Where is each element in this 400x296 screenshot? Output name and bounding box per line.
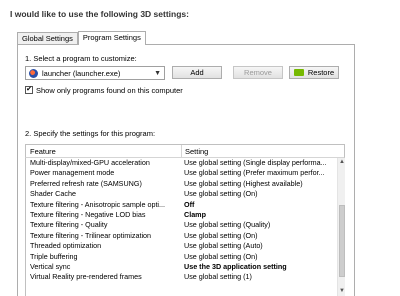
table-row[interactable]: Texture filtering - Anisotropic sample o…	[25, 200, 337, 210]
table-row[interactable]: Virtual Reality pre-rendered frames Use g…	[25, 272, 337, 282]
settings-list-header: Feature Setting	[25, 144, 345, 158]
feature-cell: Multi-display/mixed-GPU acceleration	[30, 158, 150, 167]
column-header-feature[interactable]: Feature	[30, 147, 56, 156]
table-row[interactable]: Power management mode Use global setting …	[25, 168, 337, 178]
table-row[interactable]: Texture filtering - Negative LOD bias Cla…	[25, 210, 337, 220]
setting-cell[interactable]: Use global setting (Prefer maximum perfo…	[184, 168, 334, 178]
setting-cell[interactable]: Use the 3D application setting	[184, 262, 334, 272]
step2-label: 2. Specify the settings for this program…	[25, 129, 156, 138]
feature-cell: Texture filtering - Quality	[30, 220, 108, 230]
setting-cell[interactable]: Clamp	[184, 210, 334, 220]
table-row[interactable]: Multi-display/mixed-GPU acceleration Use …	[25, 158, 337, 168]
table-row[interactable]: Texture filtering - Quality Use global se…	[25, 220, 337, 230]
tab-strip: Global Settings Program Settings	[17, 31, 146, 45]
show-only-checkbox[interactable]: ✔	[25, 86, 33, 94]
settings-scrollbar[interactable]: ▲ ▼	[337, 158, 345, 296]
game-launcher-icon	[29, 69, 38, 78]
setting-cell[interactable]: Use global setting (1)	[184, 272, 334, 282]
setting-cell[interactable]: Use global setting (On)	[184, 189, 334, 199]
restore-button[interactable]: Restore	[289, 66, 339, 79]
feature-cell: Power management mode	[30, 168, 115, 178]
add-button[interactable]: Add	[172, 66, 222, 79]
table-row[interactable]: Triple buffering Use global setting (On)	[25, 252, 337, 262]
table-row[interactable]: Preferred refresh rate (SAMSUNG) Use glob…	[25, 179, 337, 189]
table-row[interactable]: Texture filtering - Trilinear optimizati…	[25, 231, 337, 241]
tab-program-settings[interactable]: Program Settings	[77, 31, 146, 45]
setting-cell[interactable]: Use global setting (On)	[184, 252, 334, 262]
table-row[interactable]: Vertical sync Use the 3D application sett…	[25, 262, 337, 272]
nvidia-logo-icon	[293, 69, 304, 77]
step1-label: 1. Select a program to customize:	[25, 54, 137, 63]
scroll-up-arrow-icon[interactable]: ▲	[338, 158, 346, 167]
restore-button-label: Restore	[307, 68, 335, 77]
feature-cell: Texture filtering - Negative LOD bias	[30, 209, 146, 219]
scroll-down-arrow-icon[interactable]: ▼	[338, 287, 346, 296]
feature-cell: Texture filtering - Anisotropic sample o…	[30, 199, 166, 209]
table-row[interactable]: Shader Cache Use global setting (On)	[25, 189, 337, 199]
remove-button[interactable]: Remove	[233, 66, 283, 79]
feature-cell: Shader Cache	[30, 189, 76, 199]
settings-rows: Multi-display/mixed-GPU acceleration Use …	[25, 158, 337, 296]
feature-cell: Virtual Reality pre-rendered frames	[30, 272, 142, 282]
setting-cell[interactable]: Use global setting (Highest available)	[184, 179, 334, 189]
show-only-label[interactable]: Show only programs found on this compute…	[36, 86, 183, 95]
setting-cell[interactable]: Use global setting (On)	[184, 231, 334, 241]
feature-cell: Preferred refresh rate (SAMSUNG)	[30, 178, 142, 188]
program-select-value: launcher (launcher.exe)	[42, 69, 121, 78]
setting-cell[interactable]: Use global setting (Auto)	[184, 241, 334, 251]
feature-cell: Vertical sync	[30, 261, 71, 271]
program-select[interactable]: launcher (launcher.exe) ▼	[25, 66, 165, 80]
checkmark-icon: ✔	[26, 86, 32, 93]
table-row[interactable]: Threaded optimization Use global setting …	[25, 241, 337, 251]
section-heading: I would like to use the following 3D set…	[10, 9, 189, 19]
setting-cell[interactable]: Use global setting (Quality)	[184, 220, 334, 230]
column-header-setting[interactable]: Setting	[185, 147, 208, 156]
column-divider[interactable]	[181, 145, 182, 157]
scrollbar-thumb[interactable]	[339, 205, 345, 277]
feature-cell: Triple buffering	[30, 251, 78, 261]
chevron-down-icon[interactable]: ▼	[154, 68, 161, 79]
setting-cell[interactable]: Off	[184, 200, 334, 210]
setting-cell[interactable]: Use global setting (Single display perfo…	[184, 158, 334, 168]
feature-cell: Texture filtering - Trilinear optimizati…	[30, 230, 152, 240]
feature-cell: Threaded optimization	[30, 241, 102, 251]
